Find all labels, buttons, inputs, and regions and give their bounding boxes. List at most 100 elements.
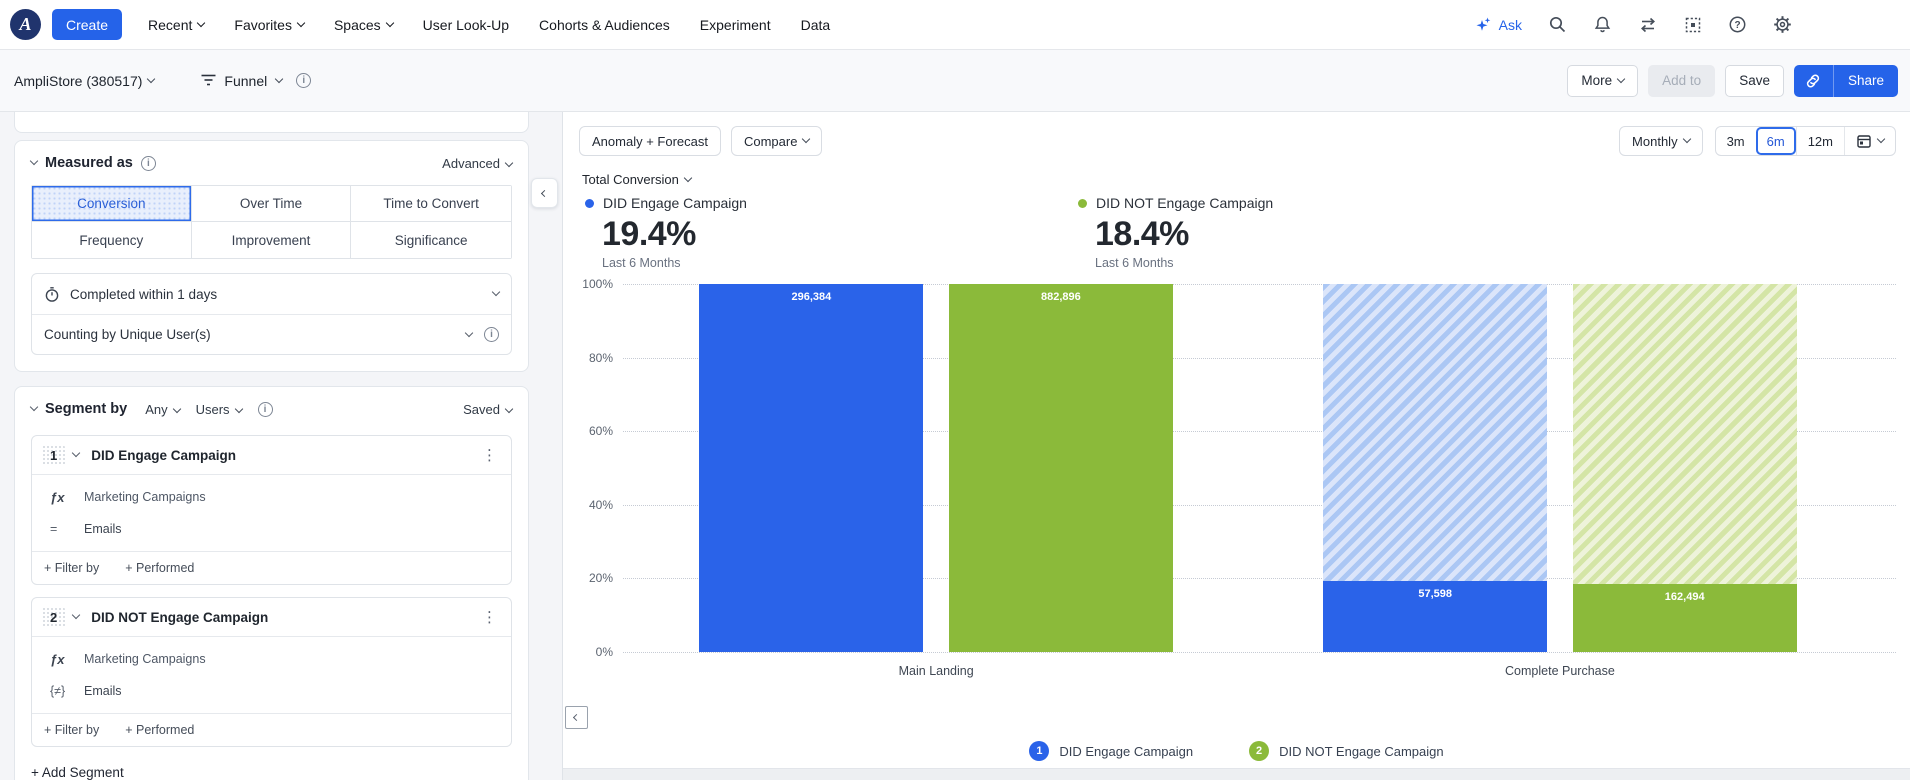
swap-arrows-icon[interactable] [1638,16,1658,34]
segment-users-dropdown[interactable]: Users [195,401,243,417]
calendar-icon [1857,135,1871,148]
segment-property-row[interactable]: ƒx Marketing Campaigns [32,485,511,509]
share-button[interactable]: Share [1834,65,1898,97]
chart-legend: 1 DID Engage Campaign 2 DID NOT Engage C… [563,739,1910,763]
nav-item-favorites[interactable]: Favorites [234,17,306,33]
kebab-menu-icon[interactable]: ⋮ [478,446,501,464]
measured-as-card: Measured as i Advanced Conversion Over T… [14,140,529,372]
metric-selector[interactable]: Total Conversion [582,172,1910,187]
date-range-segmented-control: 3m 6m 12m [1714,126,1896,156]
funnel-chart: 100% 80% 60% 40% 20% 0% 296,384 882,896 57,598 1… [571,277,1896,659]
segment-value-row[interactable]: = Emails [32,517,511,541]
search-icon[interactable] [1548,15,1567,34]
nav-item-cohorts-audiences[interactable]: Cohorts & Audiences [539,17,670,33]
segment-number-badge[interactable]: 2 [42,606,66,628]
tab-conversion[interactable]: Conversion [32,186,192,222]
fx-icon: ƒx [50,489,65,505]
saved-dropdown[interactable]: Saved [463,402,514,417]
users-label: Users [195,401,230,417]
y-axis-tick: 40% [588,497,613,512]
funnel-lost-bar[interactable] [1323,284,1548,581]
create-button[interactable]: Create [52,9,123,40]
add-to-button[interactable]: Add to [1648,64,1716,97]
filter-by-button[interactable]: + Filter by [44,723,99,737]
operator[interactable]: {≠} [50,684,84,698]
completed-within-label: Completed within 1 days [70,286,218,302]
custom-date-button[interactable] [1844,127,1895,155]
chevron-down-icon [1876,134,1886,144]
info-icon[interactable]: i [296,73,312,88]
save-button[interactable]: Save [1725,64,1784,97]
filter-by-button[interactable]: + Filter by [44,561,99,575]
range-3m-button[interactable]: 3m [1716,127,1756,155]
collapse-panel-button[interactable] [531,178,558,208]
info-icon[interactable]: i [484,327,499,342]
segment-name[interactable]: DID Engage Campaign [91,448,236,463]
section-collapse-chevron-icon[interactable] [29,402,39,412]
project-selector[interactable]: AmpliStore (380517) [14,73,156,89]
segment-value-row[interactable]: {≠} Emails [32,679,511,703]
legend-item[interactable]: 2 DID NOT Engage Campaign [1249,741,1444,761]
completed-within-row[interactable]: Completed within 1 days [32,274,511,314]
chevron-down-icon[interactable] [71,610,81,620]
interval-dropdown[interactable]: Monthly [1619,126,1703,156]
info-icon[interactable]: i [140,155,156,171]
y-axis-tick: 100% [582,277,613,291]
tab-improvement[interactable]: Improvement [191,222,352,258]
ask-ai-button[interactable]: Ask [1475,16,1522,34]
operator[interactable]: = [50,522,84,536]
performed-button[interactable]: + Performed [125,561,194,575]
metric-label: Total Conversion [582,172,679,187]
any-label: Any [145,401,168,417]
nav-item-data[interactable]: Data [801,17,831,33]
gear-icon[interactable] [1773,15,1792,34]
section-collapse-chevron-icon[interactable] [29,156,39,166]
add-segment-button[interactable]: + Add Segment [31,765,512,780]
notifications-bell-icon[interactable] [1593,15,1612,34]
select-frame-icon[interactable] [1684,16,1702,34]
kebab-menu-icon[interactable]: ⋮ [478,608,501,626]
tab-time-to-convert[interactable]: Time to Convert [351,186,511,222]
pagination-prev-button[interactable] [565,706,588,729]
segment-number-badge[interactable]: 1 [42,444,66,466]
property-value[interactable]: Emails [84,522,122,536]
nav-item-spaces[interactable]: Spaces [334,17,394,33]
property-value[interactable]: Emails [84,684,122,698]
segment-property-row[interactable]: ƒx Marketing Campaigns [32,647,511,671]
performed-button[interactable]: + Performed [125,723,194,737]
chart-type-label: Funnel [224,72,268,89]
funnel-bar[interactable]: 57,598 [1323,580,1548,652]
funnel-lost-bar[interactable] [1572,284,1797,585]
amplitude-logo-icon[interactable]: A [10,9,41,40]
anomaly-forecast-button[interactable]: Anomaly + Forecast [579,126,721,156]
nav-item-experiment[interactable]: Experiment [700,17,771,33]
property-name: Marketing Campaigns [84,490,206,504]
copy-link-button[interactable] [1794,64,1834,97]
info-icon[interactable]: i [257,401,273,417]
funnel-bar[interactable]: 162,494 [1572,584,1797,652]
segment-name[interactable]: DID NOT Engage Campaign [91,610,268,625]
nav-item-recent[interactable]: Recent [148,17,206,33]
nav-item-user-lookup[interactable]: User Look-Up [423,17,509,33]
chevron-down-icon [147,74,156,83]
tab-over-time[interactable]: Over Time [191,186,352,222]
tab-significance[interactable]: Significance [351,222,511,258]
funnel-bar[interactable]: 882,896 [948,284,1173,652]
more-button[interactable]: More [1567,64,1639,97]
funnel-bar[interactable]: 296,384 [699,284,924,652]
compare-dropdown[interactable]: Compare [730,126,823,156]
segment-any-dropdown[interactable]: Any [145,401,181,417]
legend-item[interactable]: 1 DID Engage Campaign [1029,741,1193,761]
sparkle-icon [1476,17,1490,31]
counting-by-row[interactable]: Counting by Unique User(s) i [32,314,511,354]
chevron-down-icon [172,404,181,413]
range-12m-button[interactable]: 12m [1795,127,1844,155]
advanced-dropdown[interactable]: Advanced [442,156,514,171]
range-6m-button[interactable]: 6m [1756,127,1796,155]
help-icon[interactable]: ? [1728,15,1747,34]
chevron-down-icon[interactable] [71,448,81,458]
summary-period: Last 6 Months [602,256,681,270]
main-nav: Recent Favorites Spaces User Look-Up Coh… [148,17,830,33]
chart-type-selector[interactable]: Funnel [200,72,284,89]
tab-frequency[interactable]: Frequency [32,222,192,258]
